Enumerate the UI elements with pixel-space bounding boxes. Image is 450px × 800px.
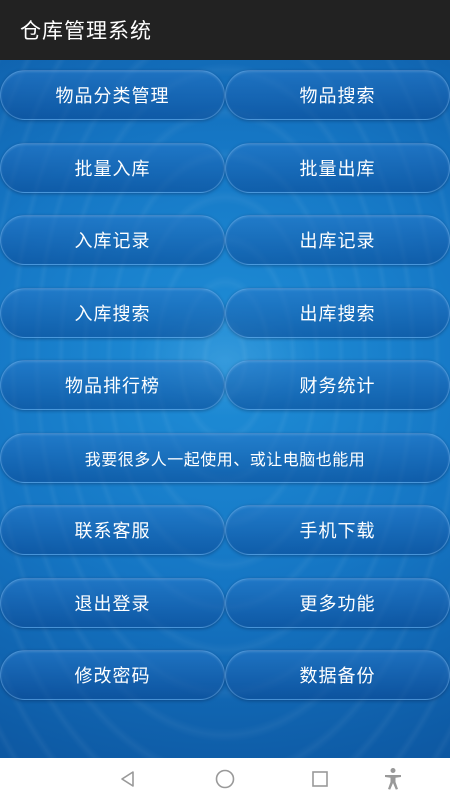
finance-stats-button[interactable]: 财务统计 [225,360,450,410]
system-nav-bar [0,758,450,800]
contact-support-button[interactable]: 联系客服 [0,505,225,555]
item-ranking-button[interactable]: 物品排行榜 [0,360,225,410]
screen: 仓库管理系统 物品分类管理 物品搜索 批量入库 批量出库 入库记录 出库记录 入… [0,0,450,800]
change-password-button[interactable]: 修改密码 [0,650,225,700]
data-backup-button[interactable]: 数据备份 [225,650,450,700]
outbound-records-button[interactable]: 出库记录 [225,215,450,265]
more-features-button[interactable]: 更多功能 [225,578,450,628]
mobile-download-button[interactable]: 手机下载 [225,505,450,555]
logout-button[interactable]: 退出登录 [0,578,225,628]
app-titlebar: 仓库管理系统 [0,0,450,60]
home-icon[interactable] [205,758,245,800]
batch-outbound-button[interactable]: 批量出库 [225,143,450,193]
recents-icon[interactable] [300,758,340,800]
batch-inbound-button[interactable]: 批量入库 [0,143,225,193]
accessibility-icon[interactable] [373,758,413,800]
multi-user-button[interactable]: 我要很多人一起使用、或让电脑也能用 [0,433,450,483]
item-search-button[interactable]: 物品搜索 [225,70,450,120]
outbound-search-button[interactable]: 出库搜索 [225,288,450,338]
item-category-button[interactable]: 物品分类管理 [0,70,225,120]
inbound-records-button[interactable]: 入库记录 [0,215,225,265]
inbound-search-button[interactable]: 入库搜索 [0,288,225,338]
back-icon[interactable] [108,758,148,800]
menu-panel: 物品分类管理 物品搜索 批量入库 批量出库 入库记录 出库记录 入库搜索 出库搜… [0,60,450,758]
app-title: 仓库管理系统 [20,19,152,43]
